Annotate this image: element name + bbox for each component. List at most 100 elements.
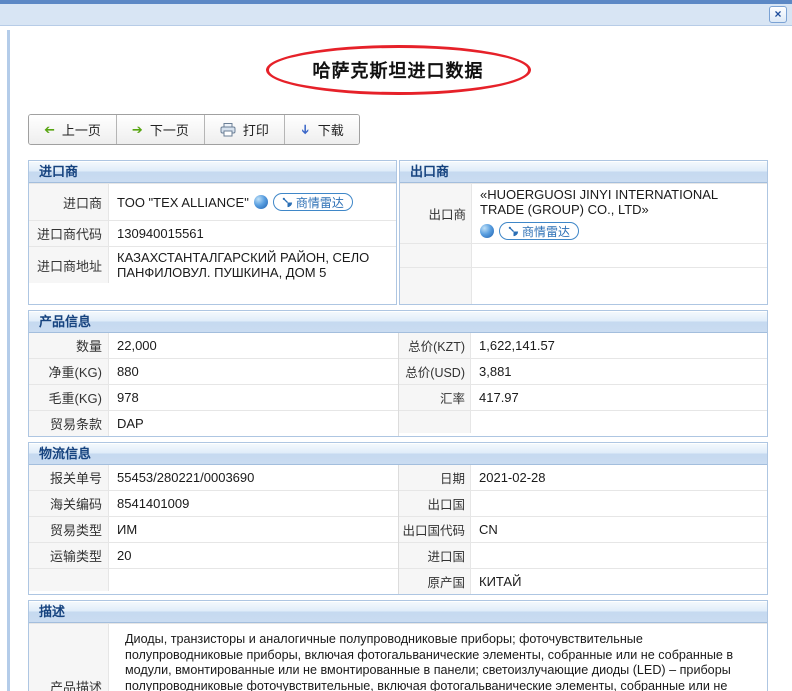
table-row — [400, 243, 767, 267]
title-area: 哈萨克斯坦进口数据 — [28, 26, 768, 114]
total-usd-value: 3,881 — [479, 364, 512, 379]
product-info-header: 产品信息 — [29, 311, 767, 333]
product-description-label: 产品描述 — [29, 624, 109, 691]
exchange-rate-value: 417.97 — [479, 390, 519, 405]
date-label: 日期 — [399, 465, 471, 490]
radar-dish-icon — [282, 197, 292, 207]
logistics-info-section: 物流信息 报关单号 55453/280221/0003690 海关编码 8541… — [28, 442, 768, 595]
exporter-name-text: «HUOERGUOSI JINYI INTERNATIONAL TRADE (G… — [480, 187, 718, 217]
gross-weight-value: 978 — [117, 390, 139, 405]
incoterms-value: DAP — [117, 416, 144, 431]
product-info-section: 产品信息 数量 22,000 净重(KG) 880 毛重(KG) 978 贸易条… — [28, 310, 768, 437]
logistics-info-header: 物流信息 — [29, 443, 767, 465]
table-row: 运输类型 20 — [29, 542, 398, 568]
table-row: 数量 22,000 — [29, 333, 398, 358]
print-button[interactable]: 打印 — [204, 115, 285, 144]
empty-label — [399, 411, 471, 433]
importer-exporter-section: 进口商 进口商 TOO "TEX ALLIANCE" 商情雷达 进口商代码 13… — [28, 160, 768, 305]
table-row: 贸易条款 DAP — [29, 410, 398, 436]
arrow-right-icon: ➔ — [131, 122, 143, 137]
table-row: 出口国代码 CN — [399, 516, 767, 542]
table-row: 进口国 — [399, 542, 767, 568]
radar-badge-label: 商情雷达 — [295, 195, 344, 210]
importer-code-label: 进口商代码 — [29, 221, 109, 246]
table-row: 贸易类型 ИМ — [29, 516, 398, 542]
table-row: 出口国 — [399, 490, 767, 516]
export-country-code-label: 出口国代码 — [399, 517, 471, 542]
logistics-left: 报关单号 55453/280221/0003690 海关编码 854140100… — [29, 465, 398, 594]
empty-value — [471, 411, 767, 433]
arrow-down-icon: ➔ — [297, 124, 313, 135]
radar-badge-label: 商情雷达 — [522, 224, 571, 239]
net-weight-value: 880 — [117, 364, 139, 379]
business-radar-badge[interactable]: 商情雷达 — [499, 222, 580, 240]
table-row — [29, 568, 398, 591]
table-row: 净重(KG) 880 — [29, 358, 398, 384]
logistics-right: 日期 2021-02-28 出口国 出口国代码 CN 进口国 原产国 КИТАЙ — [398, 465, 767, 594]
export-country-code-value: CN — [479, 522, 498, 537]
prev-page-button[interactable]: ➔ 上一页 — [29, 115, 117, 144]
window-title-bar: × — [0, 4, 792, 26]
importer-address-value: КАЗАХСТАНТАЛГАРСКИЙ РАЙОН, СЕЛО ПАНФИЛОВ… — [117, 250, 370, 280]
printer-icon — [220, 122, 236, 136]
prev-page-label: 上一页 — [61, 123, 101, 138]
table-row: 毛重(KG) 978 — [29, 384, 398, 410]
next-page-button[interactable]: ➔ 下一页 — [116, 115, 205, 144]
export-country-value — [471, 491, 767, 516]
exchange-rate-label: 汇率 — [399, 385, 471, 410]
next-page-label: 下一页 — [149, 123, 189, 138]
net-weight-label: 净重(KG) — [29, 359, 109, 384]
table-row: 出口商 «HUOERGUOSI JINYI INTERNATIONAL TRAD… — [400, 183, 767, 243]
table-row: 日期 2021-02-28 — [399, 465, 767, 490]
transport-type-label: 运输类型 — [29, 543, 109, 568]
table-row: 进口商代码 130940015561 — [29, 220, 396, 246]
toolbar: ➔ 上一页 ➔ 下一页 打印 ➔ 下载 — [28, 114, 360, 145]
table-row: 原产国 КИТАЙ — [399, 568, 767, 594]
table-row: 总价(USD) 3,881 — [399, 358, 767, 384]
arrow-left-icon: ➔ — [44, 122, 55, 137]
radar-dish-icon — [508, 226, 519, 236]
origin-country-label: 原产国 — [399, 569, 471, 594]
product-info-right: 总价(KZT) 1,622,141.57 总价(USD) 3,881 汇率 41… — [398, 333, 767, 436]
exporter-name-value: «HUOERGUOSI JINYI INTERNATIONAL TRADE (G… — [472, 184, 767, 243]
table-row — [400, 267, 767, 304]
page-title: 哈萨克斯坦进口数据 — [312, 61, 484, 81]
total-usd-label: 总价(USD) — [399, 359, 471, 384]
business-radar-badge[interactable]: 商情雷达 — [272, 193, 353, 211]
quantity-value: 22,000 — [117, 338, 157, 353]
table-row: 海关编码 8541401009 — [29, 490, 398, 516]
exporter-name-label: 出口商 — [400, 184, 472, 243]
description-header: 描述 — [29, 601, 767, 623]
hs-code-value: 8541401009 — [117, 496, 190, 511]
gross-weight-label: 毛重(KG) — [29, 385, 109, 410]
importer-table: 进口商 进口商 TOO "TEX ALLIANCE" 商情雷达 进口商代码 13… — [28, 160, 397, 305]
red-ellipse-highlight: 哈萨克斯坦进口数据 — [265, 45, 531, 95]
globe-icon[interactable] — [253, 195, 268, 209]
table-row — [399, 410, 767, 433]
origin-country-value: КИТАЙ — [479, 574, 522, 589]
product-description-value: Диоды, транзисторы и аналогичные полупро… — [109, 624, 767, 691]
incoterms-label: 贸易条款 — [29, 411, 109, 436]
table-row: 产品描述 Диоды, транзисторы и аналогичные по… — [29, 623, 767, 691]
total-kzt-label: 总价(KZT) — [399, 333, 471, 358]
exporter-header: 出口商 — [400, 161, 767, 183]
declaration-no-label: 报关单号 — [29, 465, 109, 490]
close-icon[interactable]: × — [769, 6, 787, 23]
dialog-content: 哈萨克斯坦进口数据 ➔ 上一页 ➔ 下一页 打印 ➔ 下载 进口商 进口商 TO… — [28, 26, 768, 691]
exporter-table: 出口商 出口商 «HUOERGUOSI JINYI INTERNATIONAL … — [399, 160, 768, 305]
importer-name-text: TOO "TEX ALLIANCE" — [117, 194, 249, 210]
total-kzt-value: 1,622,141.57 — [479, 338, 555, 353]
empty-value — [472, 244, 767, 267]
empty-label — [29, 569, 109, 591]
description-section: 描述 产品描述 Диоды, транзисторы и аналогичные… — [28, 600, 768, 691]
transport-type-value: 20 — [117, 548, 132, 563]
empty-value — [472, 268, 767, 304]
date-value: 2021-02-28 — [479, 470, 546, 485]
declaration-no-value: 55453/280221/0003690 — [117, 470, 255, 485]
download-button[interactable]: ➔ 下载 — [284, 115, 359, 144]
product-description-text: Диоды, транзисторы и аналогичные полупро… — [125, 632, 734, 691]
table-row: 汇率 417.97 — [399, 384, 767, 410]
empty-value — [109, 569, 398, 591]
globe-icon[interactable] — [480, 224, 494, 238]
importer-address-label: 进口商地址 — [29, 247, 109, 283]
